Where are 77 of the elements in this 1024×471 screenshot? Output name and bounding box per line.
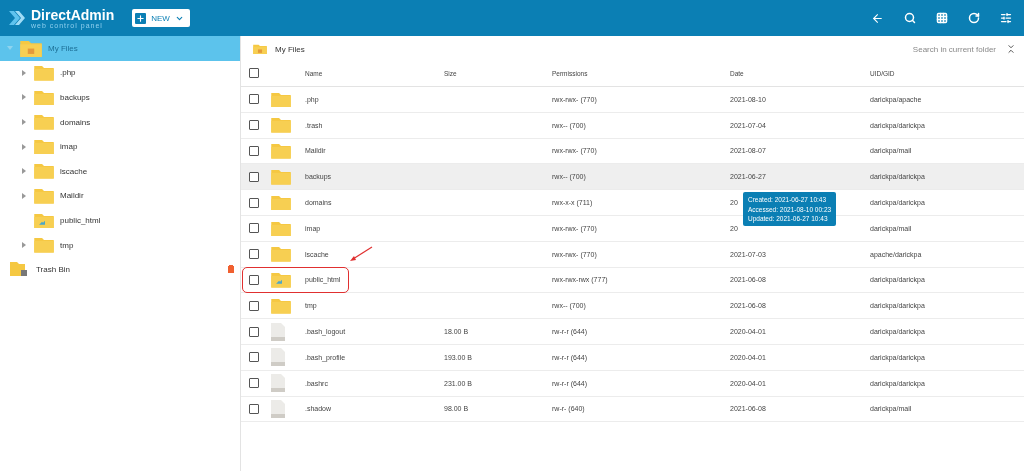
tree-label: My Files: [48, 43, 78, 53]
delete-icon[interactable]: [228, 265, 234, 274]
tree-label: Maildir: [60, 191, 84, 201]
tree-item[interactable]: Maildir: [0, 183, 240, 209]
tree-item[interactable]: .php: [0, 60, 240, 86]
folder-icon: [271, 297, 291, 314]
logo-title: DirectAdmin: [31, 7, 115, 22]
folder-icon: [34, 89, 54, 106]
chevron-logo-icon: [8, 9, 26, 27]
tree-label: tmp: [60, 240, 74, 250]
file-icon: [271, 374, 285, 393]
checkbox[interactable]: [249, 300, 259, 311]
trash-item[interactable]: Trash Bin: [0, 257, 240, 282]
collapsed-arrow-icon[interactable]: [21, 143, 27, 150]
tree-label: imap: [60, 142, 78, 152]
checkbox[interactable]: [249, 171, 259, 182]
tree-item[interactable]: lscache: [0, 158, 240, 184]
checkbox[interactable]: [249, 223, 259, 234]
tree-item[interactable]: imap: [0, 134, 240, 159]
tree-label: lscache: [60, 166, 88, 176]
trash-label: Trash Bin: [36, 264, 70, 274]
settings-button[interactable]: [1000, 12, 1012, 24]
breadcrumb[interactable]: My Files: [275, 44, 305, 54]
file-icon: [271, 399, 285, 418]
folder-icon: [34, 114, 54, 130]
collapsed-arrow-icon[interactable]: [21, 242, 27, 249]
checkbox[interactable]: [249, 94, 259, 105]
search-button[interactable]: [904, 12, 916, 24]
folder-icon: [271, 169, 291, 185]
folder-icon: [34, 65, 54, 81]
tree-label: .php: [60, 68, 76, 78]
folder-icon: [34, 138, 54, 155]
plus-icon: [136, 13, 146, 23]
checkbox[interactable]: [249, 197, 259, 208]
checkbox[interactable]: [249, 249, 259, 260]
checkbox[interactable]: [249, 352, 259, 363]
trash-folder-icon: [10, 262, 28, 277]
file-icon: [271, 322, 285, 341]
grid-view-button[interactable]: [936, 12, 948, 24]
folder-icon: [34, 188, 54, 204]
tree-label: public_html: [60, 215, 101, 225]
checkbox[interactable]: [249, 378, 259, 389]
tree-item[interactable]: tmp: [0, 232, 240, 258]
collapsed-arrow-icon[interactable]: [21, 69, 27, 76]
tree-label: backups: [60, 93, 90, 102]
tree-label: domains: [60, 117, 91, 127]
folder-icon: [271, 143, 291, 159]
checkbox[interactable]: [249, 274, 259, 285]
annotation-arrow: [349, 245, 373, 262]
tree-item[interactable]: domains: [0, 109, 240, 135]
shared-folder-icon: [271, 272, 291, 288]
refresh-button[interactable]: [968, 12, 980, 24]
collapsed-arrow-icon[interactable]: [21, 94, 27, 101]
collapsed-arrow-icon[interactable]: [21, 192, 27, 199]
collapsed-arrow-icon[interactable]: [21, 119, 27, 126]
folder-icon: [271, 246, 291, 262]
folder-icon: [271, 117, 291, 133]
checkbox[interactable]: [249, 403, 259, 414]
folder-icon: [34, 163, 54, 180]
collapse-icon[interactable]: [1006, 44, 1016, 54]
folder-icon: [271, 91, 291, 108]
home-folder-icon: [253, 43, 267, 55]
collapsed-arrow-icon[interactable]: [21, 168, 27, 175]
checkbox[interactable]: [249, 326, 259, 337]
folder-icon: [271, 194, 291, 211]
file-icon: [271, 348, 285, 367]
checkbox[interactable]: [249, 68, 259, 78]
back-button[interactable]: [871, 11, 884, 25]
new-button[interactable]: NEW: [132, 9, 190, 27]
tree-item[interactable]: public_html: [0, 208, 240, 233]
checkbox[interactable]: [249, 120, 259, 131]
folder-icon: [34, 237, 54, 253]
folder-icon: [271, 220, 291, 237]
tree-item[interactable]: backups: [0, 85, 240, 110]
checkbox[interactable]: [249, 146, 259, 156]
home-folder-icon: [20, 39, 42, 57]
shared-folder-icon: [34, 212, 54, 229]
